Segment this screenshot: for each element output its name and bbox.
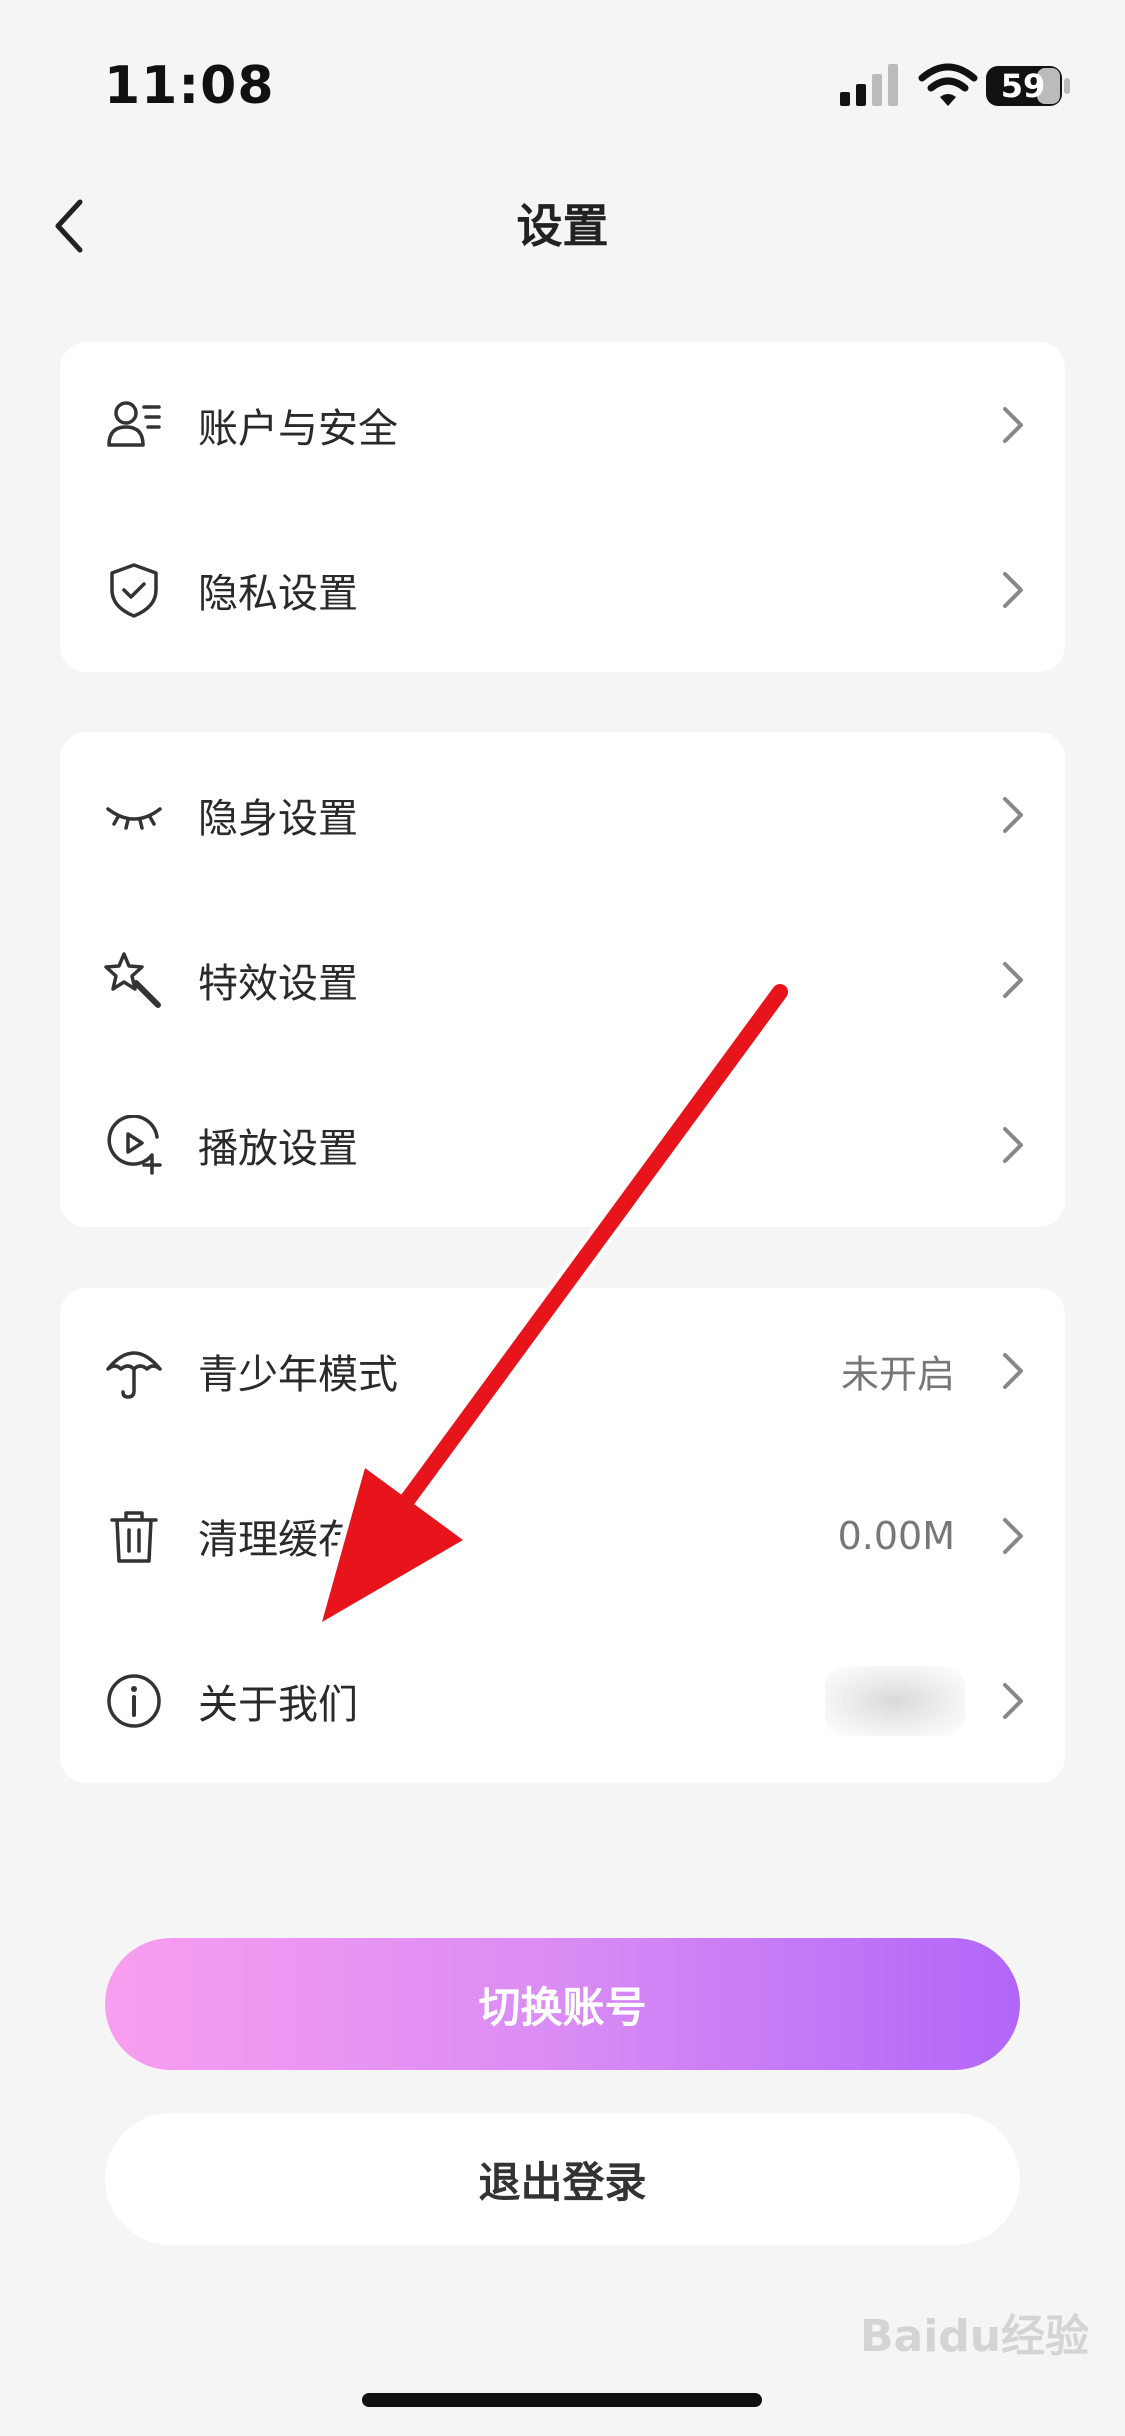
logout-button[interactable]: 退出登录	[105, 2113, 1020, 2245]
chevron-right-icon	[1003, 406, 1023, 443]
umbrella-icon	[106, 1350, 162, 1399]
magic-wand-icon	[104, 951, 161, 1008]
battery-level: 59	[1000, 67, 1046, 105]
settings-item-effects[interactable]: 特效设置	[60, 897, 1065, 1062]
settings-item-account-security[interactable]: 账户与安全	[60, 342, 1065, 507]
settings-item-about[interactable]: 关于我们	[60, 1618, 1065, 1783]
settings-item-label: 关于我们	[198, 1681, 358, 1728]
home-indicator	[362, 2393, 762, 2407]
page-title: 设置	[516, 199, 609, 253]
status-time: 11:08	[104, 56, 275, 116]
settings-item-privacy[interactable]: 隐私设置	[60, 507, 1065, 672]
settings-item-label: 特效设置	[198, 960, 358, 1007]
switch-account-button[interactable]: 切换账号	[105, 1938, 1020, 2070]
settings-item-youth-mode[interactable]: 青少年模式 未开启	[60, 1288, 1065, 1453]
chevron-right-icon	[1003, 796, 1023, 833]
settings-group-display: 隐身设置 特效设置 播放设置	[60, 732, 1065, 1227]
play-plus-icon	[107, 1114, 162, 1175]
settings-item-invisible[interactable]: 隐身设置	[60, 732, 1065, 897]
chevron-right-icon	[1003, 571, 1023, 608]
chevron-right-icon	[1003, 961, 1023, 998]
settings-item-label: 播放设置	[198, 1125, 358, 1172]
settings-item-label: 隐身设置	[198, 795, 358, 842]
settings-item-label: 清理缓存	[198, 1516, 358, 1563]
chevron-right-icon	[1003, 1352, 1023, 1389]
settings-group-other: 青少年模式 未开启 清理缓存 0.00M 关于我们	[60, 1288, 1065, 1783]
settings-item-clear-cache[interactable]: 清理缓存 0.00M	[60, 1453, 1065, 1618]
cellular-signal-icon	[840, 64, 898, 106]
account-security-icon	[107, 400, 161, 447]
status-bar: 11:08 59	[0, 0, 1125, 150]
nav-bar: 设置	[0, 160, 1125, 280]
settings-group-account: 账户与安全 隐私设置	[60, 342, 1065, 672]
settings-item-label: 青少年模式	[198, 1351, 398, 1398]
settings-item-label: 隐私设置	[198, 570, 358, 617]
chevron-right-icon	[1003, 1682, 1023, 1719]
baidu-watermark: Baidu经验	[860, 2311, 1090, 2362]
chevron-right-icon	[1003, 1517, 1023, 1554]
battery-indicator: 59	[985, 64, 1071, 108]
wifi-icon	[918, 63, 978, 106]
closed-eye-icon	[106, 806, 162, 830]
cache-size: 0.00M	[837, 1513, 955, 1558]
shield-check-icon	[110, 562, 158, 618]
trash-icon	[110, 1510, 158, 1563]
settings-item-label: 账户与安全	[198, 405, 398, 452]
chevron-right-icon	[1003, 1126, 1023, 1163]
youth-mode-status: 未开启	[840, 1352, 955, 1396]
info-icon	[107, 1673, 161, 1728]
settings-item-playback[interactable]: 播放设置	[60, 1062, 1065, 1227]
version-blurred	[825, 1665, 965, 1736]
